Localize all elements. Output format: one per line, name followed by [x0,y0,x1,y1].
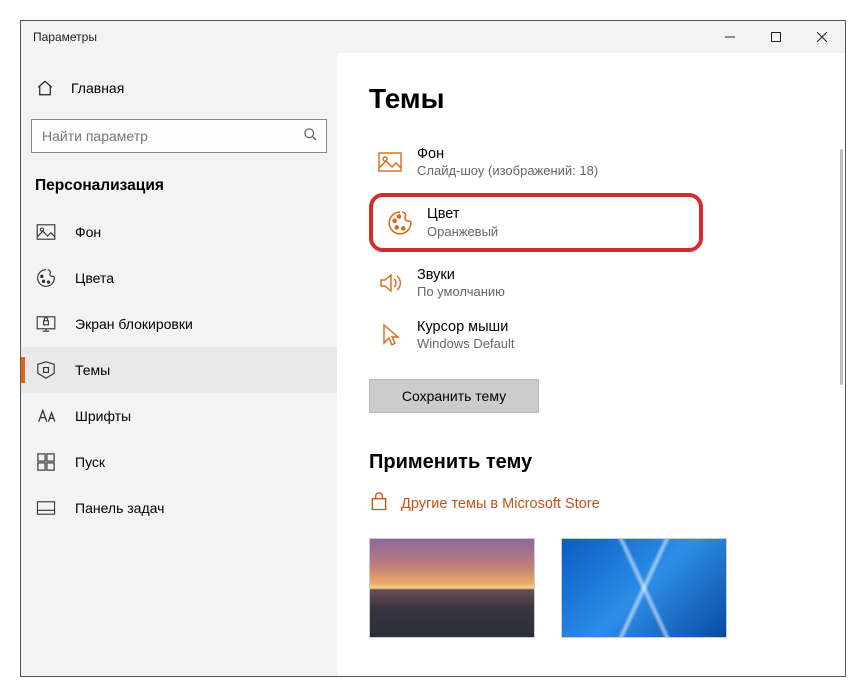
titlebar: Параметры [21,21,845,53]
close-button[interactable] [799,21,845,53]
search-input[interactable]: Найти параметр [31,119,327,153]
option-title: Курсор мыши [417,318,515,336]
option-background[interactable]: Фон Слайд-шоу (изображений: 18) [369,139,679,185]
minimize-button[interactable] [707,21,753,53]
theme-options: Фон Слайд-шоу (изображений: 18) Цвет Ора… [369,139,827,359]
picture-icon [35,224,57,240]
scrollbar[interactable] [840,149,843,385]
window-title: Параметры [33,30,707,44]
theme-thumb-sunset[interactable] [369,538,535,638]
window-body: Главная Найти параметр Персонализация Фо… [21,53,845,676]
settings-window: Параметры Главная Найти параметр [20,20,846,677]
home-icon [35,79,55,97]
nav-label: Цвета [75,270,114,286]
page-title: Темы [369,83,827,115]
option-title: Фон [417,145,598,163]
apply-theme-title: Применить тему [369,451,827,474]
option-sounds[interactable]: Звуки По умолчанию [369,260,679,306]
search-icon [303,127,318,145]
lockscreen-icon [35,316,57,332]
nav-label: Экран блокировки [75,316,193,332]
taskbar-icon [35,501,57,515]
theme-thumb-windows[interactable] [561,538,727,638]
content-area: Темы Фон Слайд-шоу (изображений: 18) [337,53,845,676]
home-label: Главная [71,80,124,96]
option-subtitle: Оранжевый [427,224,498,240]
nav-label: Панель задач [75,500,164,516]
nav-label: Темы [75,362,110,378]
option-subtitle: По умолчанию [417,284,505,300]
save-theme-button[interactable]: Сохранить тему [369,379,539,413]
search-placeholder: Найти параметр [42,128,303,144]
store-link[interactable]: Другие темы в Microsoft Store [369,492,827,516]
option-cursor[interactable]: Курсор мыши Windows Default [369,312,679,358]
option-color[interactable]: Цвет Оранжевый [369,193,703,251]
maximize-button[interactable] [753,21,799,53]
option-subtitle: Windows Default [417,336,515,352]
start-icon [35,453,57,471]
themes-icon [35,361,57,379]
nav-label: Пуск [75,454,105,470]
store-link-label: Другие темы в Microsoft Store [401,496,600,512]
nav-item-taskbar[interactable]: Панель задач [21,485,337,531]
nav-item-fonts[interactable]: Шрифты [21,393,337,439]
option-title: Цвет [427,205,498,223]
nav-item-colors[interactable]: Цвета [21,255,337,301]
nav-item-start[interactable]: Пуск [21,439,337,485]
save-theme-label: Сохранить тему [402,388,506,404]
nav-list: Фон Цвета Экран блокировки [21,209,337,531]
picture-icon [377,149,403,175]
palette-icon [35,268,57,288]
nav-item-themes[interactable]: Темы [21,347,337,393]
nav-label: Шрифты [75,408,131,424]
theme-thumbnails [369,538,827,638]
category-title: Персонализация [21,171,337,209]
option-title: Звуки [417,266,505,284]
store-icon [369,492,389,516]
nav-item-lockscreen[interactable]: Экран блокировки [21,301,337,347]
window-controls [707,21,845,53]
sound-icon [377,270,403,296]
palette-icon [387,210,413,236]
fonts-icon [35,408,57,424]
sidebar: Главная Найти параметр Персонализация Фо… [21,53,337,676]
option-subtitle: Слайд-шоу (изображений: 18) [417,163,598,179]
cursor-icon [377,322,403,348]
home-link[interactable]: Главная [21,71,337,105]
nav-item-background[interactable]: Фон [21,209,337,255]
nav-label: Фон [75,224,101,240]
